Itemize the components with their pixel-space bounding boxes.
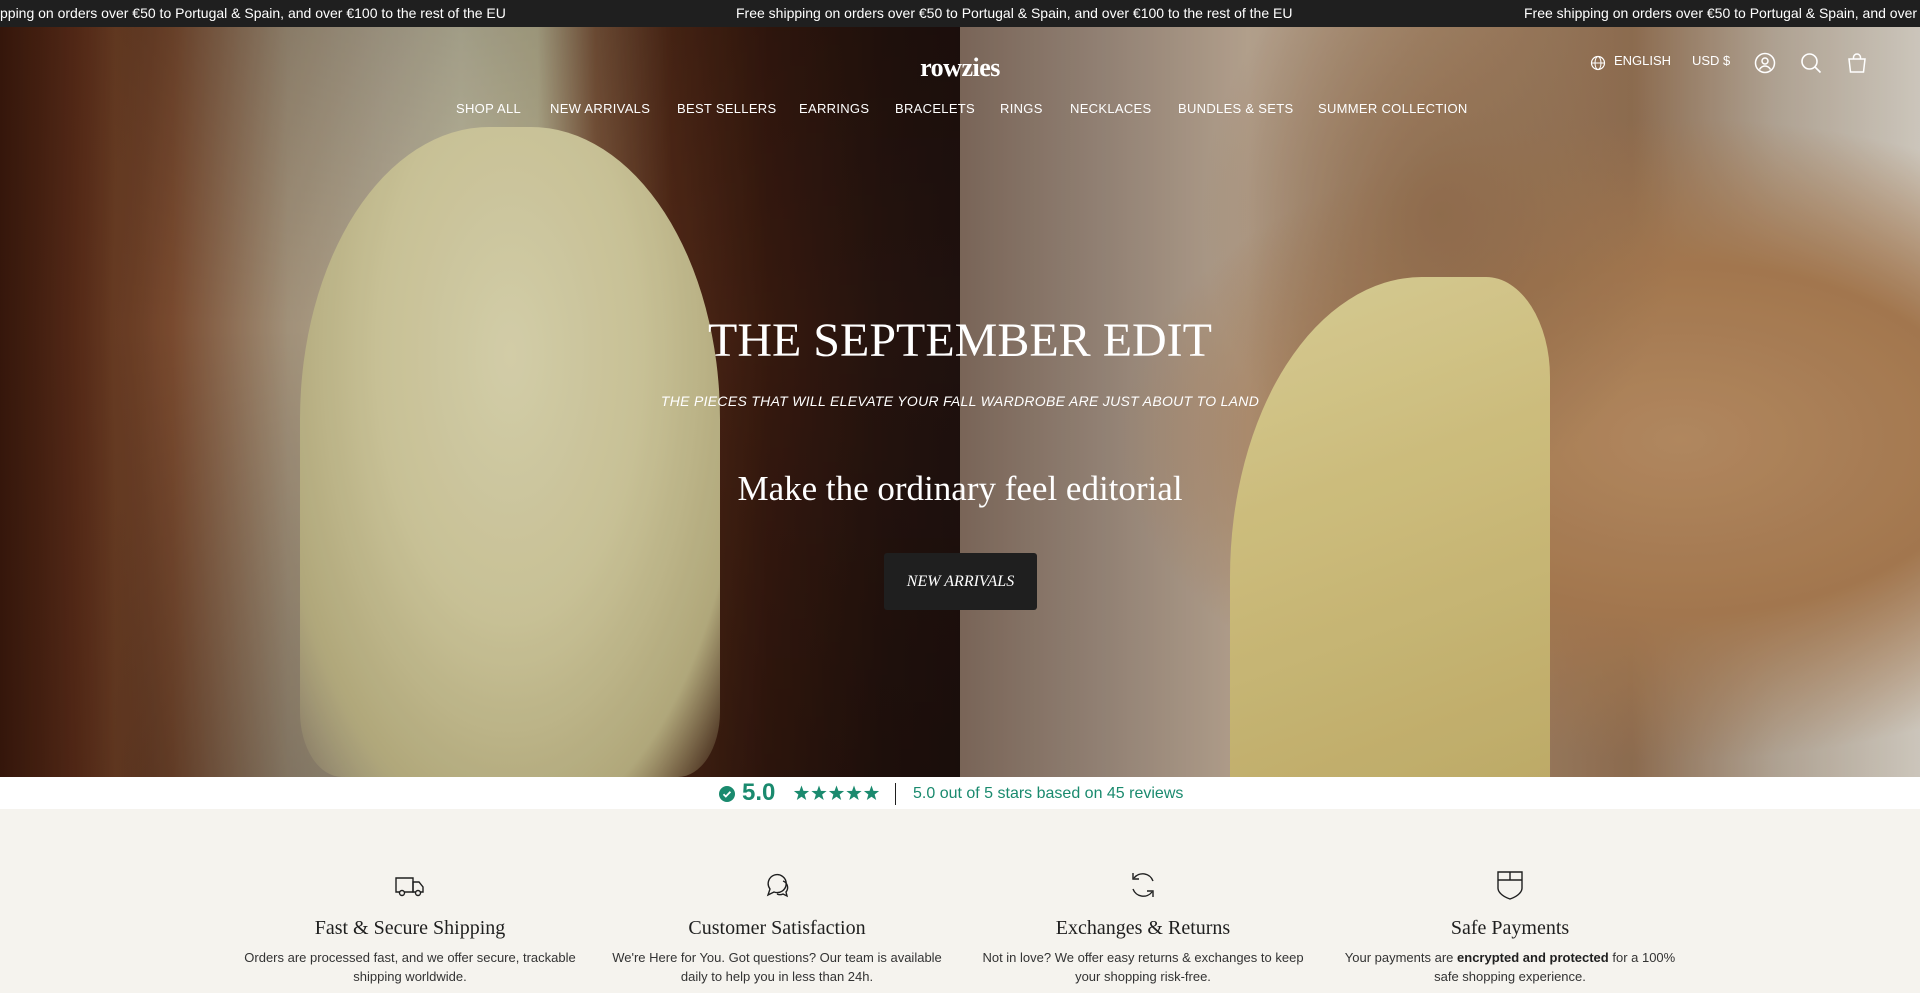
nav-item-rings[interactable]: RINGS (1000, 101, 1043, 116)
refresh-icon (1132, 873, 1154, 897)
features-section: Fast & Secure Shipping Orders are proces… (0, 809, 1920, 993)
nav-item-summer-collection[interactable]: SUMMER COLLECTION (1318, 101, 1468, 116)
search-icon[interactable] (1800, 52, 1822, 74)
new-arrivals-button[interactable]: NEW ARRIVALS (884, 553, 1037, 610)
announcement-text: pping on orders over €50 to Portugal & S… (0, 5, 506, 21)
announcement-text: Free shipping on orders over €50 to Port… (736, 5, 1293, 21)
nav-item-necklaces[interactable]: NECKLACES (1070, 101, 1151, 116)
verified-check-icon (719, 786, 735, 802)
feature-title: Fast & Secure Shipping (314, 917, 506, 939)
announcement-text: Free shipping on orders over €50 to Port… (1524, 5, 1920, 21)
nav-item-shop-all[interactable]: SHOP ALL (456, 101, 521, 116)
nav-item-earrings[interactable]: EARRINGS (799, 101, 869, 116)
globe-icon (1590, 55, 1606, 71)
feature-text: Orders are processed fast, and we offer … (244, 950, 576, 984)
nav-item-best-sellers[interactable]: BEST SELLERS (677, 101, 776, 116)
star-icon (793, 785, 810, 800)
hero-title: THE SEPTEMBER EDIT (708, 314, 1212, 367)
feature-payments: Safe Payments Your payments are encrypte… (1330, 809, 1690, 986)
nav-item-new-arrivals[interactable]: NEW ARRIVALS (550, 101, 650, 116)
truck-icon (395, 877, 424, 897)
nav-item-bundles-sets[interactable]: BUNDLES & SETS (1178, 101, 1293, 116)
feature-satisfaction: Customer Satisfaction We're Here for You… (597, 809, 957, 986)
feature-shipping: Fast & Secure Shipping Orders are proces… (230, 809, 590, 986)
language-selector[interactable]: ENGLISH (1614, 53, 1671, 68)
announcement-bar: pping on orders over €50 to Portugal & S… (0, 0, 1920, 27)
account-icon[interactable] (1754, 52, 1776, 74)
hero-tagline: Make the ordinary feel editorial (737, 469, 1183, 508)
rating-stars (793, 785, 880, 800)
star-icon (811, 785, 827, 800)
hero-subtitle: THE PIECES THAT WILL ELEVATE YOUR FALL W… (660, 393, 1260, 409)
star-icon (846, 785, 862, 800)
star-icon (828, 785, 845, 800)
feature-title: Customer Satisfaction (688, 917, 866, 939)
feature-text: Your payments are encrypted and protecte… (1344, 950, 1676, 984)
currency-selector[interactable]: USD $ (1692, 53, 1730, 68)
feature-text: Not in love? We offer easy returns & exc… (982, 950, 1304, 984)
reviews-divider (895, 783, 896, 805)
star-icon (863, 785, 880, 800)
cart-icon[interactable] (1846, 52, 1868, 74)
feature-text: We're Here for You. Got questions? Our t… (612, 950, 942, 984)
feature-title: Safe Payments (1450, 917, 1570, 939)
review-score: 5.0 (742, 779, 776, 806)
main-nav: SHOP ALL NEW ARRIVALS BEST SELLERS EARRI… (0, 101, 1920, 121)
feature-returns: Exchanges & Returns Not in love? We offe… (963, 809, 1323, 986)
reviews-summary: 5.0 out of 5 stars based on 45 reviews (913, 785, 1184, 802)
shield-icon (1497, 871, 1523, 900)
nav-item-bracelets[interactable]: BRACELETS (895, 101, 975, 116)
reviews-bar[interactable]: 5.0 5.0 out of 5 stars based on 45 revie… (0, 777, 1920, 809)
feature-title: Exchanges & Returns (1055, 917, 1231, 939)
chat-icon (766, 873, 789, 898)
